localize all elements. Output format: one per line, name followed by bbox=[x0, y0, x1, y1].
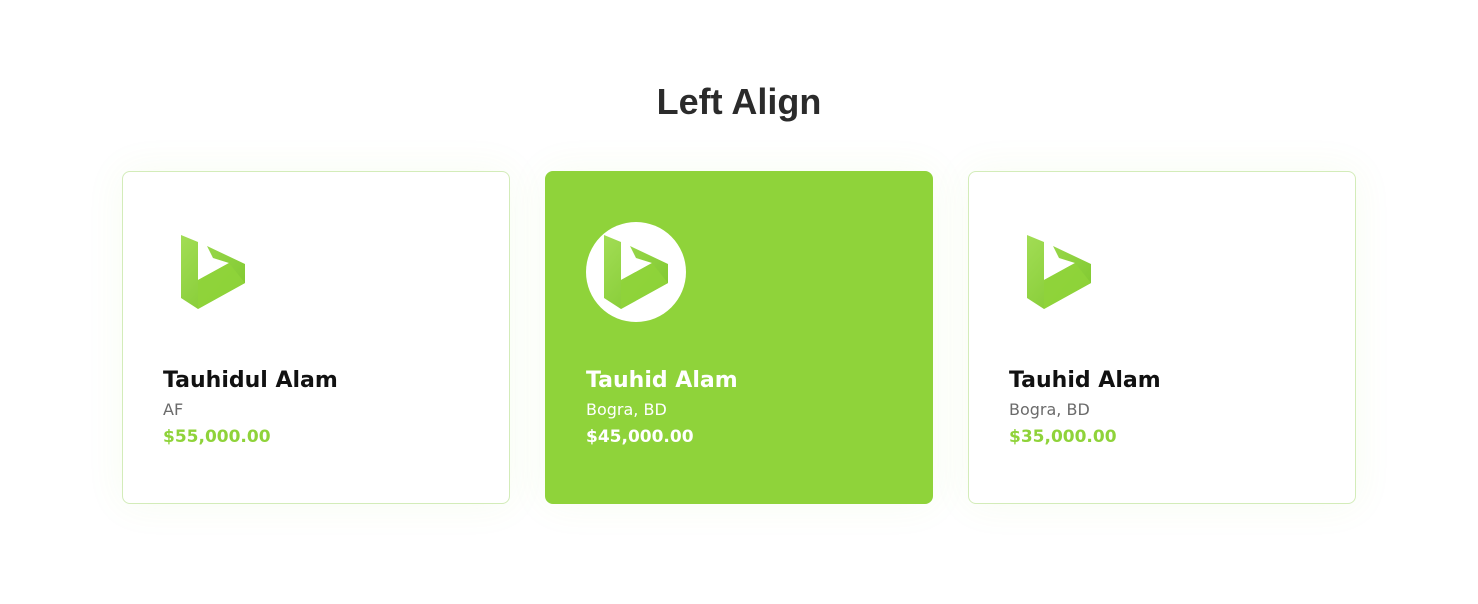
card-location: AF bbox=[163, 400, 184, 419]
card-info: Tauhid Alam Bogra, BD $45,000.00 bbox=[586, 366, 738, 451]
bing-logo-icon bbox=[1009, 222, 1109, 322]
profile-card[interactable]: Tauhid Alam Bogra, BD $35,000.00 bbox=[968, 171, 1356, 504]
section-title: Left Align bbox=[656, 81, 822, 122]
card-name: Tauhid Alam bbox=[1009, 368, 1161, 393]
card-info: Tauhidul Alam AF $55,000.00 bbox=[163, 366, 338, 451]
card-name: Tauhidul Alam bbox=[163, 368, 338, 393]
card-info: Tauhid Alam Bogra, BD $35,000.00 bbox=[1009, 366, 1161, 451]
profile-card[interactable]: Tauhidul Alam AF $55,000.00 bbox=[122, 171, 510, 504]
page: Left Align Tauhidul Alam AF $55,000.00 T… bbox=[0, 0, 1478, 604]
profile-card-active[interactable]: Tauhid Alam Bogra, BD $45,000.00 bbox=[545, 171, 933, 504]
card-list: Tauhidul Alam AF $55,000.00 Tauhid Alam … bbox=[122, 171, 1356, 504]
card-price: $45,000.00 bbox=[586, 427, 694, 447]
bing-logo-icon bbox=[586, 222, 686, 322]
card-location: Bogra, BD bbox=[586, 400, 667, 419]
card-location: Bogra, BD bbox=[1009, 400, 1090, 419]
card-name: Tauhid Alam bbox=[586, 368, 738, 393]
bing-logo-icon bbox=[163, 222, 263, 322]
card-price: $35,000.00 bbox=[1009, 427, 1117, 447]
card-price: $55,000.00 bbox=[163, 427, 271, 447]
